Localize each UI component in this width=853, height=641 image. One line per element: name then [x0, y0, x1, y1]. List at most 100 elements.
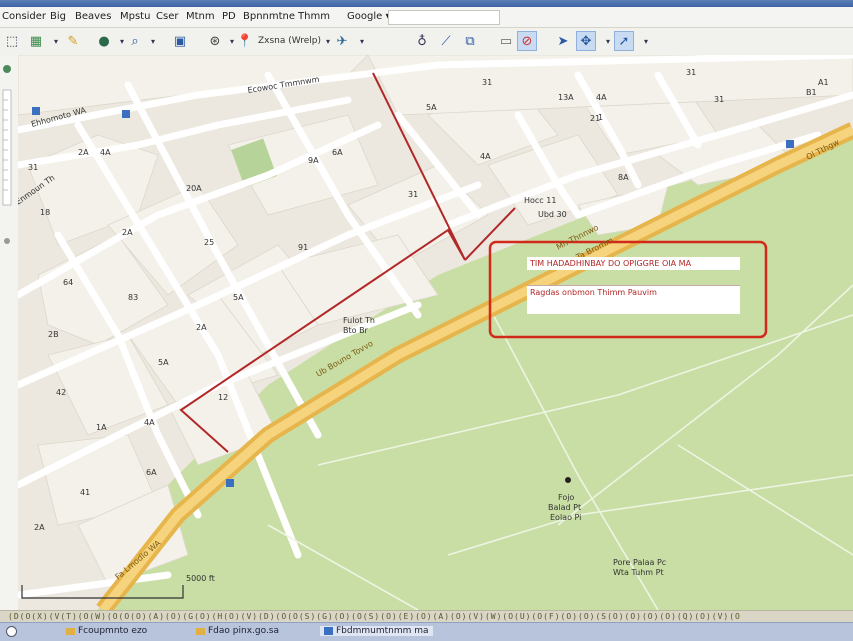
magnifier-icon[interactable]: ⌕	[125, 31, 145, 51]
poi-label: Hocc 11	[524, 196, 556, 205]
polygon-icon[interactable]: ⟋	[436, 31, 456, 51]
map-canvas[interactable]: Ecowoc Tmmnwm Ehhomoto WA Enmoun Th Ol T…	[18, 55, 853, 610]
menu-item-1[interactable]: Consider	[2, 11, 46, 22]
block-label: 31	[686, 68, 696, 77]
start-button[interactable]	[6, 626, 17, 637]
map-view[interactable]: Ecowoc Tmmnwm Ehhomoto WA Enmoun Th Ol T…	[18, 55, 853, 610]
transit-marker-icon	[32, 107, 40, 115]
transit-marker-icon-4	[786, 140, 794, 148]
pin-icon[interactable]: ♁	[412, 31, 432, 51]
block-label: 2A	[78, 148, 89, 157]
google-menu-label: Google	[347, 11, 383, 22]
left-side-panel[interactable]	[0, 55, 19, 610]
block-label: 6A	[146, 468, 157, 477]
poi-label: Ubd 30	[538, 210, 567, 219]
park-poi-icon	[565, 477, 571, 483]
park-label: Wta Tuhm Pt	[613, 568, 664, 577]
block-label: 31	[482, 78, 492, 87]
block-label: 2A	[196, 323, 207, 332]
taskbar: Fcoupmnto ezo Fdao pinx.go.sa Fbdmmumtnm…	[0, 622, 853, 641]
block-label: 4A	[100, 148, 111, 157]
menu-item-2[interactable]: Big	[50, 11, 66, 22]
taskbar-item-1-label: Fcoupmnto ezo	[78, 626, 148, 636]
block-label: 1A	[96, 423, 107, 432]
park-label: Balad Pt	[548, 503, 581, 512]
block-label: 13A	[558, 93, 574, 102]
block-label: 4A	[144, 418, 155, 427]
block-label: 5A	[233, 293, 244, 302]
taskbar-item-3-label: Fbdmmumtnmm ma	[336, 626, 429, 636]
block-label: 9A	[308, 156, 319, 165]
path-icon[interactable]: ✈	[332, 31, 352, 51]
record-tour-icon[interactable]: ⊘	[517, 31, 537, 51]
block-label: 42	[56, 388, 66, 397]
pointer-tool-icon[interactable]: ⬚	[2, 31, 22, 51]
taskbar-item-1[interactable]: Fcoupmnto ezo	[66, 626, 147, 636]
block-label: 12	[218, 393, 228, 402]
menu-item-3[interactable]: Beaves	[75, 11, 111, 22]
park-label: Eolao Pi	[550, 513, 581, 522]
dropdown-arrow-icon-8[interactable]: ▾	[636, 31, 656, 51]
app-icon	[324, 627, 333, 635]
taskbar-item-2[interactable]: Fdao pinx.go.sa	[196, 626, 279, 636]
place-label[interactable]: Zxsna (Wrelp)	[258, 36, 321, 46]
block-label: 64	[63, 278, 73, 287]
popup-row-1[interactable]: TIM HADADHINBAY DO OPIGGRE OIA MA	[527, 257, 740, 270]
taskbar-item-2-label: Fdao pinx.go.sa	[208, 626, 280, 636]
navigate-tool-icon[interactable]: ➚	[614, 31, 634, 51]
menu-item-9[interactable]: Thmm	[298, 11, 330, 22]
block-label: 6A	[332, 148, 343, 157]
block-label: 83	[128, 293, 138, 302]
block-label: 25	[204, 238, 214, 247]
grid-icon[interactable]: ▣	[170, 31, 190, 51]
menu-item-4[interactable]: Mpstu	[120, 11, 150, 22]
dropdown-arrow-icon-6[interactable]: ▾	[352, 31, 372, 51]
menu-bar: Consider Big Beaves Mpstu Cser Mtnm PD B…	[0, 7, 853, 28]
search-input[interactable]	[388, 10, 500, 25]
block-label: B1	[806, 88, 817, 97]
block-label: A1	[818, 78, 829, 87]
toolbar: ⬚ ▦ ▾ ✎ ● ▾ ⌕ ▾ ▣ ⊛ ▾ 📍 Zxsna (Wrelp) ▾ …	[0, 28, 853, 56]
transit-marker-icon-3	[226, 479, 234, 487]
window-title-bar	[0, 0, 853, 7]
block-label: 2A	[34, 523, 45, 532]
select-tool-icon[interactable]: ➤	[553, 31, 573, 51]
park-label: Fojo	[558, 493, 574, 502]
block-label: 20A	[186, 184, 202, 193]
dropdown-arrow-icon-3[interactable]: ▾	[143, 31, 163, 51]
poi-label: Fulot Th	[343, 316, 375, 325]
block-label: 4A	[480, 152, 491, 161]
block-label: 8A	[618, 173, 629, 182]
block-label: 41	[80, 488, 90, 497]
block-label: 5A	[426, 103, 437, 112]
menu-item-6[interactable]: Mtnm	[186, 11, 215, 22]
block-label: 31	[408, 190, 418, 199]
menu-item-8[interactable]: Bpnnmtne	[243, 11, 295, 22]
ruler-icon[interactable]: ▭	[496, 31, 516, 51]
menu-item-7[interactable]: PD	[222, 11, 236, 22]
folder-icon	[66, 627, 75, 635]
pencil-icon[interactable]: ✎	[63, 31, 83, 51]
block-label: 91	[298, 243, 308, 252]
block-label: 5A	[158, 358, 169, 367]
globe-icon[interactable]: ●	[94, 31, 114, 51]
google-menu[interactable]: Google ▾	[347, 11, 390, 22]
block-label: 2A	[122, 228, 133, 237]
menu-item-5[interactable]: Cser	[156, 11, 178, 22]
block-label: 4A	[596, 93, 607, 102]
block-label: 18	[40, 208, 50, 217]
start-icon	[6, 626, 17, 637]
placemark-icon[interactable]: 📍	[235, 31, 255, 51]
overlay-icon[interactable]: ⧉	[460, 31, 480, 51]
map-layer-icon[interactable]: ▦	[26, 31, 46, 51]
block-label: 31	[714, 95, 724, 104]
block-label: 2B	[48, 330, 59, 339]
folder-icon-2	[196, 627, 205, 635]
left-ruler-graphic	[2, 65, 12, 244]
transit-marker-icon-2	[122, 110, 130, 118]
poi-label: Bto Br	[343, 326, 369, 335]
move-tool-icon[interactable]: ✥	[576, 31, 596, 51]
block-label: 31	[28, 163, 38, 172]
popup-row-2[interactable]: Ragdas onbmon Thimm Pauvim	[527, 285, 740, 314]
taskbar-item-3[interactable]: Fbdmmumtnmm ma	[320, 626, 433, 636]
